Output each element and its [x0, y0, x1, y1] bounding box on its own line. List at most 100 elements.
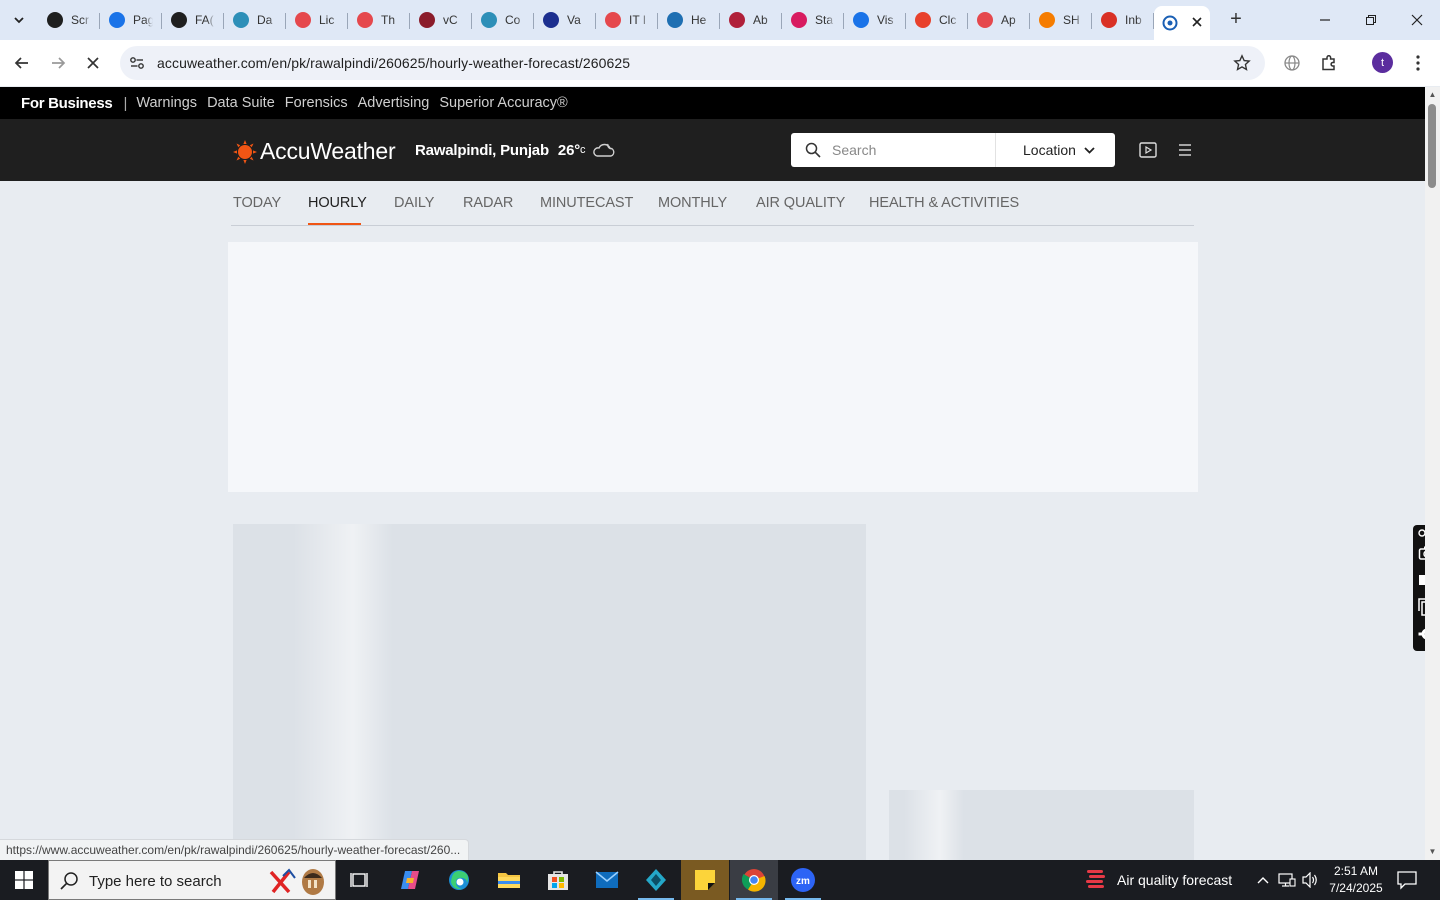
browser-menu-button[interactable] — [1407, 52, 1429, 74]
forward-button[interactable] — [45, 50, 71, 76]
air-quality-icon — [1086, 870, 1105, 888]
volume-control[interactable] — [1300, 870, 1320, 890]
location-name: Rawalpindi, Punjab — [415, 141, 549, 159]
browser-tab[interactable]: Va — [534, 0, 596, 40]
browser-tab-active[interactable] — [1154, 6, 1210, 40]
browser-tab[interactable]: SH — [1030, 0, 1092, 40]
tab-health-activities[interactable]: HEALTH & ACTIVITIES — [869, 195, 1019, 211]
restore-icon — [1366, 15, 1376, 25]
loading-placeholder-main — [233, 524, 866, 860]
notification-center-icon[interactable] — [1396, 870, 1418, 890]
task-view-button[interactable] — [336, 860, 384, 900]
tab-minutecast[interactable]: MINUTECAST — [540, 195, 633, 211]
edge-app[interactable] — [435, 860, 483, 900]
close-tab-button[interactable] — [1192, 14, 1202, 30]
url-text[interactable]: accuweather.com/en/pk/rawalpindi/260625/… — [157, 55, 630, 71]
chevron-up-icon — [1257, 877, 1269, 884]
browser-tab[interactable]: Inb — [1092, 0, 1154, 40]
browser-tab[interactable]: Clc — [906, 0, 968, 40]
weather-widget-label: Air quality forecast — [1117, 872, 1233, 888]
browser-tab[interactable]: Sta — [782, 0, 844, 40]
site-settings-icon[interactable] — [129, 55, 145, 71]
browser-tab[interactable]: Co — [472, 0, 534, 40]
network-status[interactable] — [1277, 870, 1297, 890]
browser-tab[interactable]: Ab — [720, 0, 782, 40]
accuweather-favicon-icon — [1162, 15, 1178, 31]
search-divider — [995, 133, 996, 167]
accuweather-logo[interactable]: AccuWeather — [233, 138, 396, 165]
tab-title: Ap — [1001, 13, 1016, 27]
superior-accuracy-link[interactable]: Superior Accuracy® — [439, 95, 567, 111]
tab-air-quality[interactable]: AIR QUALITY — [756, 195, 845, 211]
translate-button[interactable] — [1281, 52, 1303, 74]
show-hidden-icons[interactable] — [1253, 870, 1273, 890]
browser-tab[interactable]: Scr — [38, 0, 100, 40]
tab-today[interactable]: TODAY — [233, 195, 281, 211]
data-suite-link[interactable]: Data Suite — [207, 95, 275, 111]
tab-title: IT I — [629, 13, 647, 27]
weather-widget[interactable]: Air quality forecast — [1085, 860, 1232, 900]
hexagon-icon — [357, 12, 373, 28]
forensics-link[interactable]: Forensics — [285, 95, 348, 111]
sticky-notes-app[interactable] — [681, 860, 729, 900]
browser-tab[interactable]: Th — [348, 0, 410, 40]
page-scrollbar[interactable]: ▲ ▼ — [1425, 87, 1440, 860]
address-bar[interactable]: accuweather.com/en/pk/rawalpindi/260625/… — [120, 46, 1265, 80]
bookmark-star-icon[interactable] — [1233, 54, 1251, 72]
ring-icon — [1039, 12, 1055, 28]
browser-tab[interactable]: IT I — [596, 0, 658, 40]
system-clock[interactable]: 2:51 AM 7/24/2025 — [1325, 863, 1387, 897]
logo-text: AccuWeather — [260, 138, 396, 164]
advertising-link[interactable]: Advertising — [358, 95, 430, 111]
clock-time: 2:51 AM — [1333, 864, 1379, 878]
zoom-app[interactable]: zm — [779, 860, 827, 900]
mail-app[interactable] — [583, 860, 631, 900]
warnings-link[interactable]: Warnings — [136, 95, 197, 111]
close-window-button[interactable] — [1394, 0, 1440, 40]
tab-daily[interactable]: DAILY — [394, 195, 434, 211]
stop-loading-button[interactable] — [80, 50, 106, 76]
hamburger-menu-icon[interactable] — [1175, 140, 1195, 160]
store-icon — [548, 871, 568, 890]
minimize-button[interactable] — [1302, 0, 1348, 40]
scroll-up-arrow[interactable]: ▲ — [1428, 90, 1437, 99]
extensions-button[interactable] — [1318, 52, 1340, 74]
browser-tab[interactable]: Ap — [968, 0, 1030, 40]
taskbar-search[interactable]: Type here to search — [48, 860, 336, 900]
tab-monthly[interactable]: MONTHLY — [658, 195, 727, 211]
tab-radar[interactable]: RADAR — [463, 195, 513, 211]
new-tab-button[interactable]: + — [1224, 8, 1248, 32]
close-icon — [1192, 17, 1202, 27]
browser-tab[interactable]: Da — [224, 0, 286, 40]
back-button[interactable] — [9, 50, 35, 76]
video-icon[interactable] — [1138, 140, 1158, 160]
scrollbar-thumb[interactable] — [1428, 104, 1436, 188]
browser-tab[interactable]: vC — [410, 0, 472, 40]
start-button[interactable] — [0, 860, 48, 900]
scroll-down-arrow[interactable]: ▼ — [1428, 847, 1437, 856]
location-dropdown-button[interactable]: Location — [1023, 142, 1095, 158]
tab-search-button[interactable] — [6, 8, 32, 32]
zoom-icon: zm — [791, 868, 815, 892]
for-business-link[interactable]: For Business — [21, 95, 113, 112]
browser-tab[interactable]: FA( — [162, 0, 224, 40]
tab-title: Lic — [319, 13, 335, 27]
chrome-app[interactable] — [730, 860, 778, 900]
copilot-app[interactable] — [386, 860, 434, 900]
tab-title: Clc — [939, 13, 957, 27]
search-input[interactable] — [832, 140, 982, 160]
browser-tab[interactable]: He — [658, 0, 720, 40]
active-tab-indicator — [308, 223, 361, 225]
tab-hourly[interactable]: HOURLY — [308, 195, 367, 211]
restore-button[interactable] — [1348, 0, 1394, 40]
rainbow-icon — [109, 12, 125, 28]
file-explorer-app[interactable] — [485, 860, 533, 900]
browser-tab[interactable]: Pag — [100, 0, 162, 40]
pen-icon — [791, 12, 807, 28]
profile-avatar[interactable]: t — [1372, 52, 1393, 73]
browser-tab[interactable]: Vis — [844, 0, 906, 40]
current-location[interactable]: Rawalpindi, Punjab 26° c — [415, 140, 617, 160]
kite-app[interactable] — [632, 860, 680, 900]
microsoft-store-app[interactable] — [534, 860, 582, 900]
browser-tab[interactable]: Lic — [286, 0, 348, 40]
